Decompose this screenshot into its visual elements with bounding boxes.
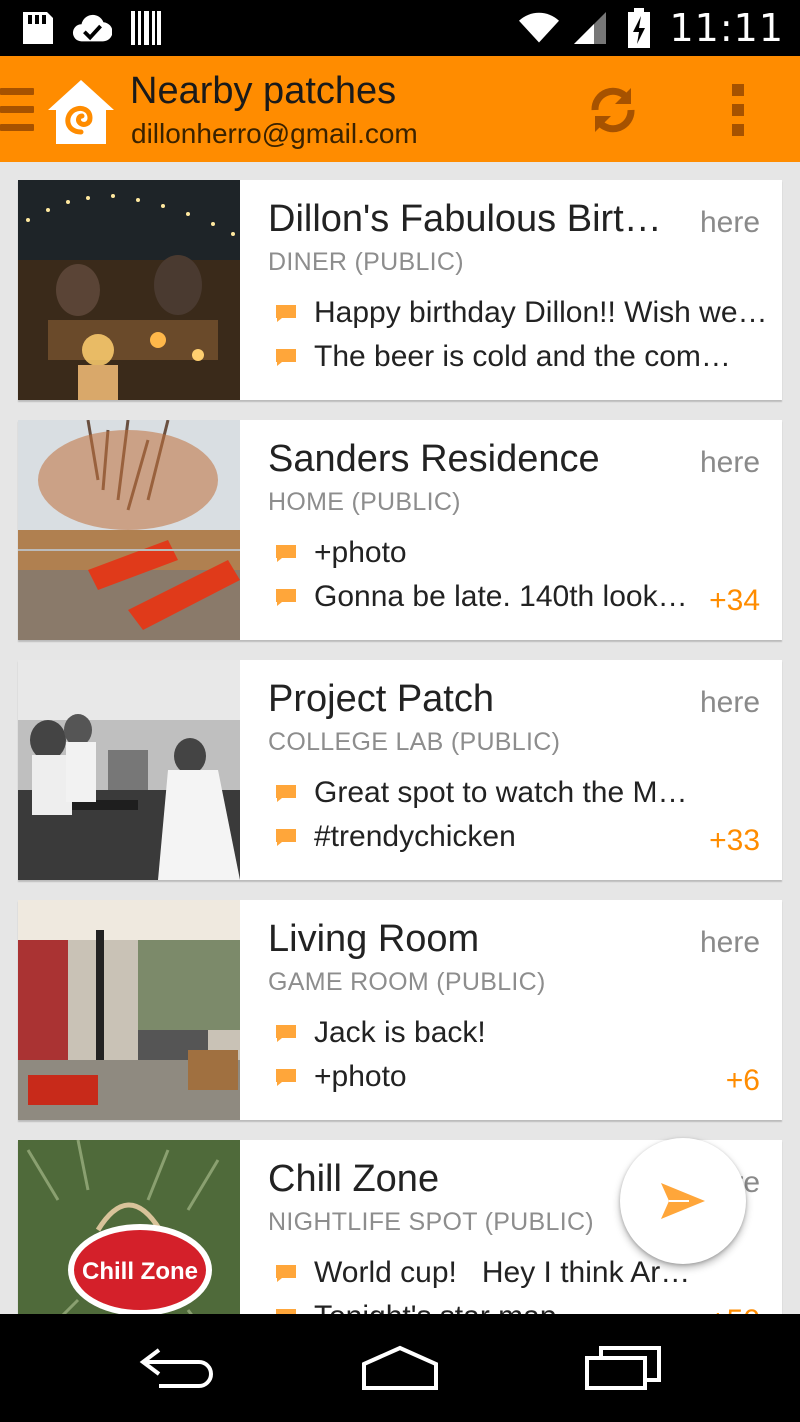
- message-preview: The beer is cold and the compa…: [274, 340, 744, 374]
- message-preview: Tonight's star map: [274, 1300, 704, 1314]
- patch-card[interactable]: Living Room here GAME ROOM (PUBLIC) Jack…: [18, 900, 782, 1120]
- message-count: +6: [725, 1064, 760, 1097]
- patch-category: NIGHTLIFE SPOT (PUBLIC): [268, 1208, 594, 1236]
- chat-bubble-icon: [276, 785, 296, 802]
- recents-icon[interactable]: [578, 1340, 668, 1396]
- sd-card-icon: [18, 10, 58, 46]
- chat-bubble-icon: [276, 545, 296, 562]
- patch-house-logo[interactable]: [44, 76, 118, 148]
- chat-bubble-icon: [276, 829, 296, 846]
- message-preview: +photo: [274, 1060, 704, 1094]
- patch-photo: [18, 900, 240, 1120]
- chat-bubble-icon: [276, 1025, 296, 1042]
- account-email: dillonherro@gmail.com: [131, 118, 418, 149]
- patch-photo: Chill Zone: [18, 1140, 240, 1314]
- patch-photo: [18, 660, 240, 880]
- page-title: Nearby patches: [130, 70, 397, 112]
- send-icon: [661, 1183, 705, 1219]
- send-message-button[interactable]: [620, 1138, 746, 1264]
- patch-distance: here: [699, 206, 760, 239]
- app-bar: Nearby patches dillonherro@gmail.com: [0, 56, 800, 162]
- menu-icon[interactable]: [0, 88, 36, 136]
- patch-card[interactable]: Project Patch here COLLEGE LAB (PUBLIC) …: [18, 660, 782, 880]
- sign-text: Chill Zone: [82, 1258, 198, 1285]
- message-count: +50: [709, 1304, 760, 1314]
- signal-icon: [569, 10, 609, 46]
- patch-distance: here: [699, 446, 760, 479]
- home-icon[interactable]: [355, 1340, 445, 1396]
- message-preview: #trendychicken: [274, 820, 704, 854]
- patch-category: HOME (PUBLIC): [268, 488, 461, 516]
- patch-photo: [18, 180, 240, 400]
- check-cloud-icon: [72, 10, 112, 46]
- message-preview: Gonna be late. 140th look…: [274, 580, 704, 614]
- message-preview: Happy birthday Dillon!! Wish we…: [274, 296, 774, 330]
- message-count: +33: [709, 824, 760, 857]
- message-preview: World cup! Hey I think Ar…: [274, 1256, 704, 1290]
- patch-title: Sanders Residence: [268, 438, 600, 480]
- message-preview: Great spot to watch the M…: [274, 776, 774, 810]
- system-nav-bar: [0, 1314, 800, 1422]
- patch-distance: here: [699, 926, 760, 959]
- back-icon[interactable]: [132, 1340, 222, 1396]
- patch-distance: here: [699, 686, 760, 719]
- chat-bubble-icon: [276, 349, 296, 366]
- overflow-menu-icon[interactable]: [718, 84, 758, 136]
- patch-category: COLLEGE LAB (PUBLIC): [268, 728, 561, 756]
- patch-category: GAME ROOM (PUBLIC): [268, 968, 546, 996]
- patch-card[interactable]: Dillon's Fabulous Birt… here DINER (PUBL…: [18, 180, 782, 400]
- patch-card[interactable]: Sanders Residence here HOME (PUBLIC) +ph…: [18, 420, 782, 640]
- barcode-icon: [126, 10, 166, 46]
- clock: 11:11: [669, 6, 784, 50]
- battery-charging-icon: [619, 8, 659, 48]
- patch-title: Project Patch: [268, 678, 494, 720]
- patch-title: Dillon's Fabulous Birt…: [268, 198, 662, 240]
- patch-category: DINER (PUBLIC): [268, 248, 464, 276]
- refresh-icon[interactable]: [578, 78, 648, 142]
- chat-bubble-icon: [276, 1069, 296, 1086]
- chat-bubble-icon: [276, 1309, 296, 1314]
- chat-bubble-icon: [276, 305, 296, 322]
- message-preview: Jack is back!: [274, 1016, 774, 1050]
- chat-bubble-icon: [276, 1265, 296, 1282]
- patch-photo: [18, 420, 240, 640]
- patch-title: Living Room: [268, 918, 480, 960]
- wifi-icon: [519, 10, 560, 46]
- chat-bubble-icon: [276, 589, 296, 606]
- message-preview: +photo: [274, 536, 774, 570]
- status-bar: 11:11: [0, 0, 800, 56]
- message-count: +34: [709, 584, 760, 617]
